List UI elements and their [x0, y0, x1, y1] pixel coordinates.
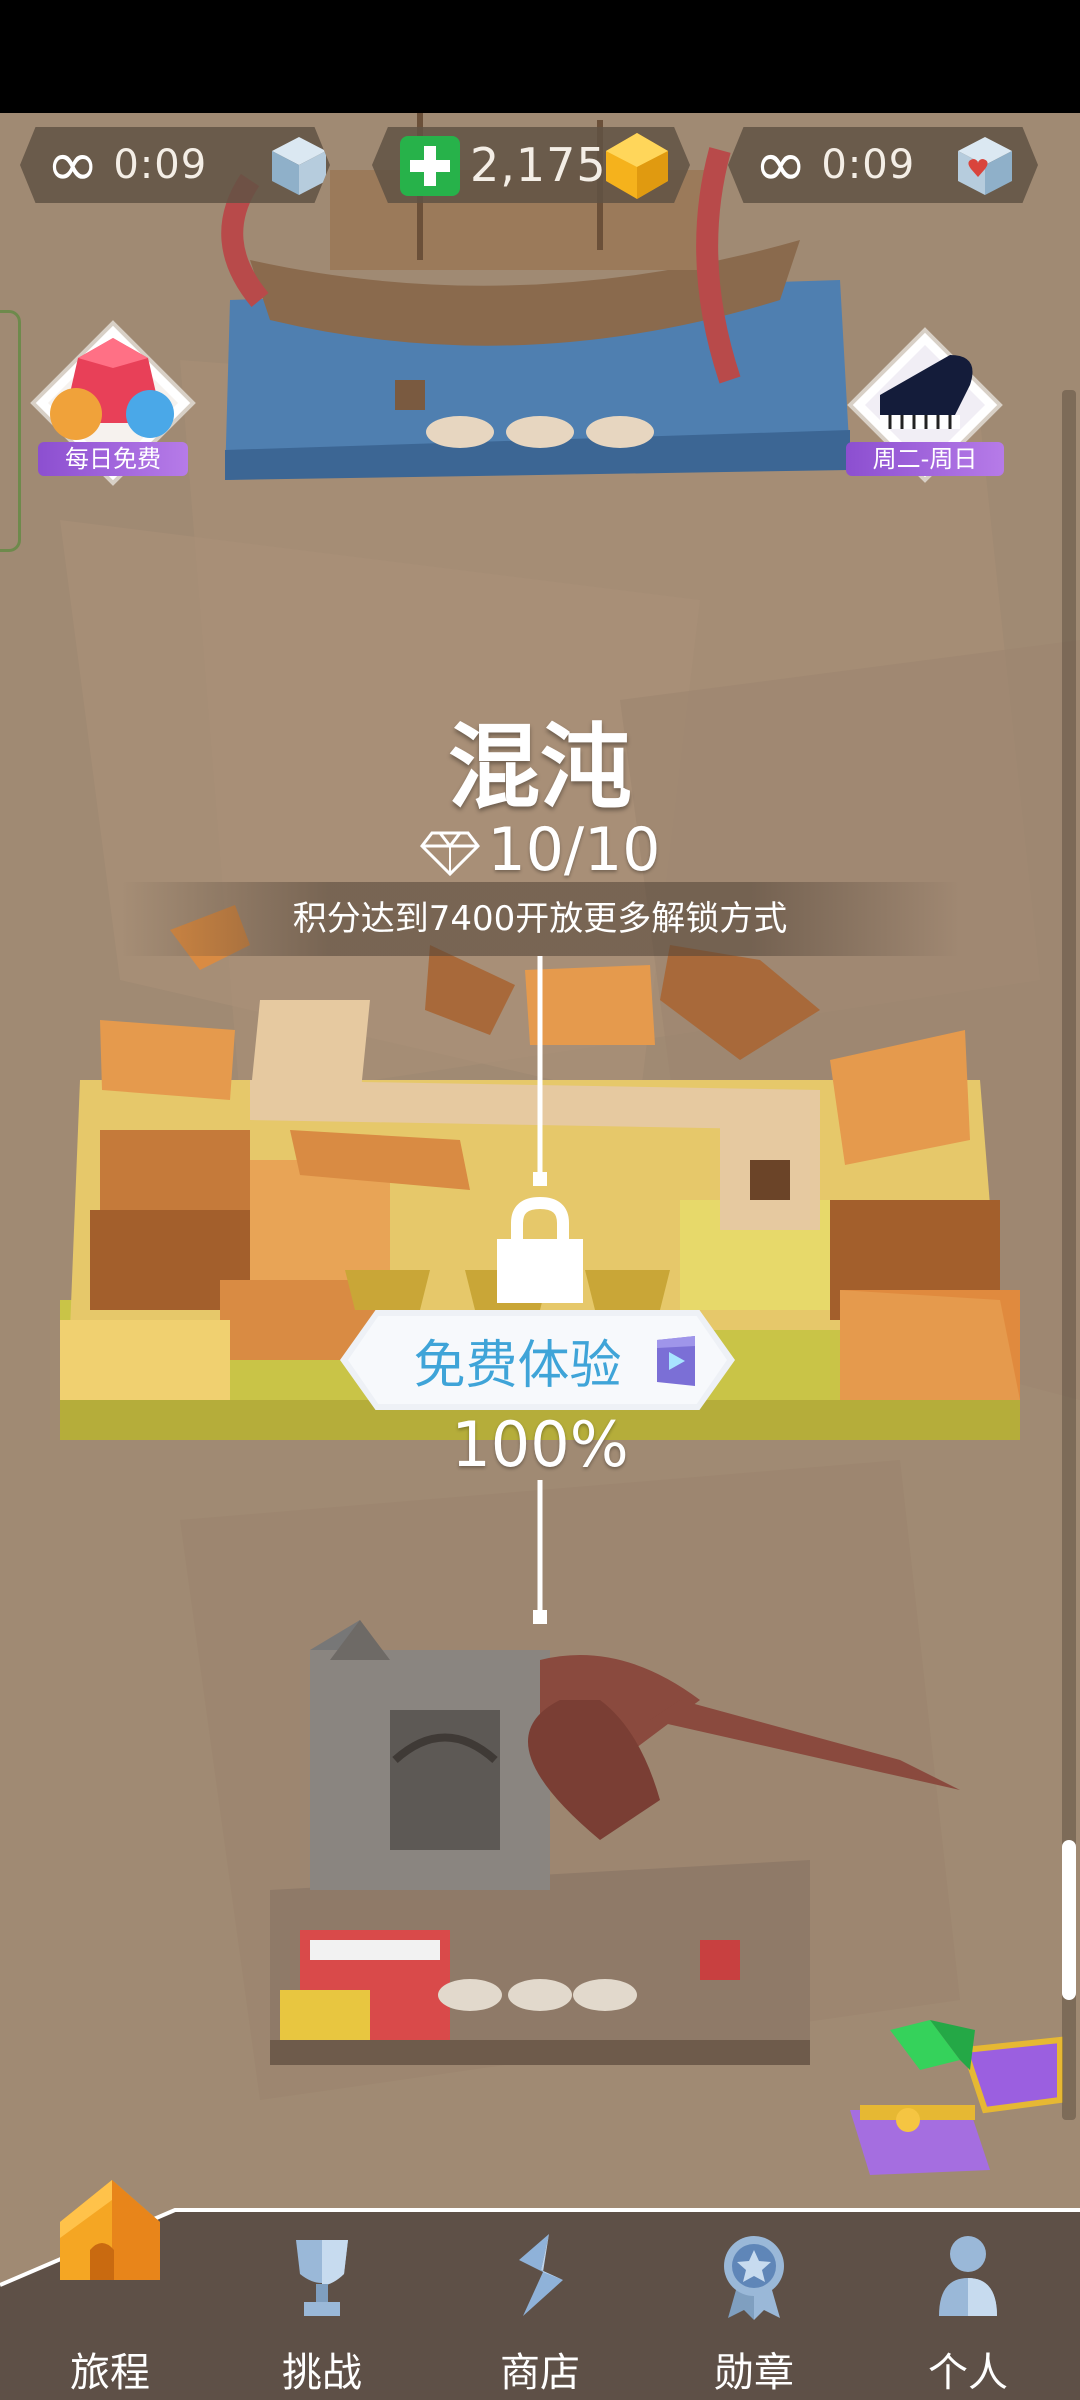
scrollbar-thumb[interactable]: [1062, 1840, 1076, 2000]
daily-free-label: 每日免费: [38, 442, 188, 476]
left-timer-value: 0:09: [113, 142, 208, 188]
left-timer-pill[interactable]: ∞ 0:09: [20, 127, 330, 203]
nav-label: 挑战: [282, 2350, 362, 2396]
nav-item-medals[interactable]: 勋章: [654, 2200, 854, 2400]
nav-label: 勋章: [714, 2350, 794, 2396]
infinity-icon: ∞: [46, 128, 100, 202]
right-timer-pill[interactable]: ∞ 0:09: [728, 127, 1038, 203]
weekly-piano-badge[interactable]: 周二-周日: [840, 325, 1010, 490]
nav-item-shop[interactable]: 商店: [440, 2200, 640, 2400]
side-panel-tab[interactable]: [0, 310, 21, 552]
diamond-icon: [419, 831, 480, 877]
weekly-badge-label: 周二-周日: [846, 442, 1004, 476]
trophy-icon: [296, 2240, 348, 2316]
gold-gem-icon: [606, 133, 668, 199]
nav-item-challenge[interactable]: 挑战: [222, 2200, 422, 2400]
video-ad-icon: [657, 1336, 695, 1386]
house-icon: [60, 2180, 160, 2280]
free-trial-button[interactable]: 免费体验: [340, 1310, 735, 1410]
nav-label: 商店: [500, 2350, 580, 2396]
infinity-icon: ∞: [754, 128, 808, 202]
heart-cube-icon: [958, 137, 1012, 195]
gem-balance-pill[interactable]: 2,175: [372, 127, 690, 203]
status-bar: [0, 0, 1080, 113]
lock-icon: [497, 1196, 583, 1303]
cube-icon: [272, 137, 326, 195]
profile-icon: [939, 2236, 997, 2316]
gem-balance-value: 2,175: [470, 138, 607, 192]
nav-label: 个人: [928, 2350, 1008, 2396]
free-trial-label: 免费体验: [413, 1335, 622, 1396]
shop-icon: [519, 2234, 563, 2316]
unlock-requirement: 积分达到7400开放更多解锁方式: [120, 882, 960, 956]
right-timer-value: 0:09: [821, 142, 916, 188]
daily-free-badge[interactable]: 每日免费: [28, 318, 198, 488]
level-title: 混沌: [447, 714, 632, 821]
progress-value: 10/10: [487, 815, 661, 885]
nav-item-profile[interactable]: 个人: [868, 2200, 1068, 2400]
nav-item-journey[interactable]: 旅程: [10, 2180, 210, 2400]
medal-icon: [724, 2236, 784, 2320]
plus-icon[interactable]: [400, 136, 460, 196]
completion-percent: 100%: [451, 1408, 629, 1481]
bottom-navigation: 旅程 挑战 商店 勋章 个人: [0, 2180, 1080, 2400]
nav-label: 旅程: [70, 2350, 150, 2396]
level-progress: 10/10: [0, 815, 1080, 885]
